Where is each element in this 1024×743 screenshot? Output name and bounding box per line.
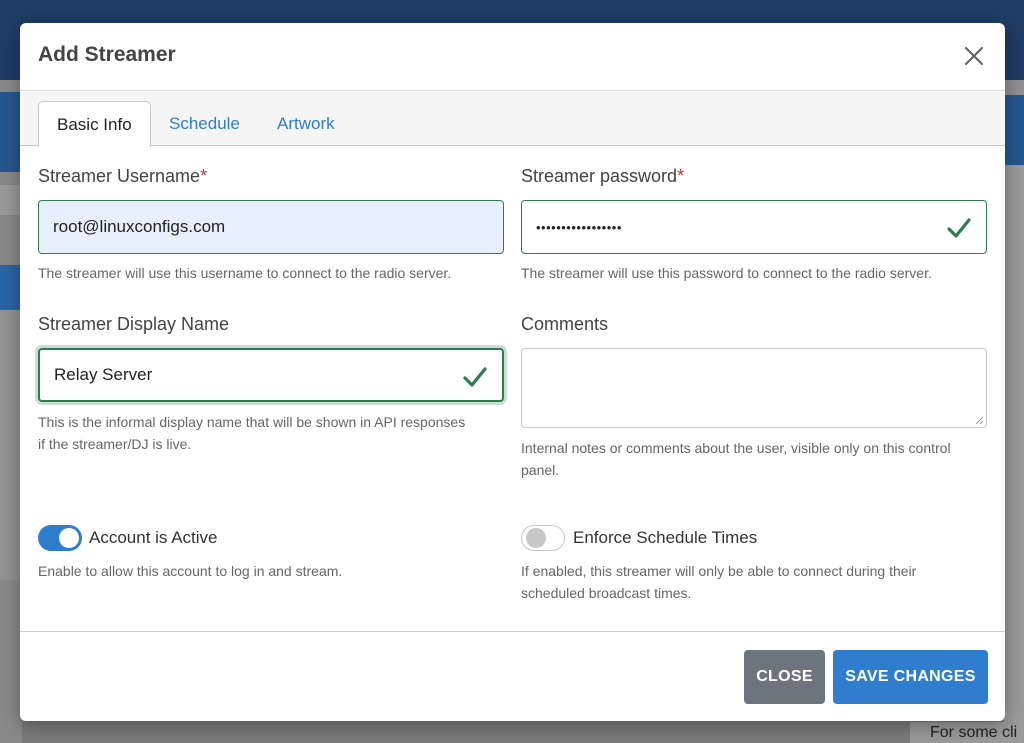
background-text: For some cli: [910, 722, 1024, 743]
comments-label: Comments: [521, 314, 609, 334]
username-label: Streamer Username*: [38, 166, 208, 186]
enforce-schedule-label: Enforce Schedule Times: [573, 528, 758, 547]
footer-divider: [20, 631, 1005, 632]
save-changes-button[interactable]: SAVE CHANGES: [833, 650, 988, 704]
comments-textarea[interactable]: [521, 348, 987, 428]
enforce-schedule-toggle[interactable]: [521, 525, 565, 551]
enforce-schedule-help: If enabled, this streamer will only be a…: [521, 563, 917, 601]
background-right-panel: [1004, 80, 1024, 743]
password-label: Streamer password*: [521, 166, 685, 186]
modal-header: Add Streamer: [20, 23, 1005, 91]
display-name-help: This is the informal display name that w…: [38, 414, 466, 452]
background-left-panel: [0, 80, 22, 743]
password-help: The streamer will use this password to c…: [521, 265, 932, 281]
account-active-help: Enable to allow this account to log in a…: [38, 563, 343, 579]
check-icon: [463, 367, 487, 387]
account-active-label: Account is Active: [89, 528, 218, 547]
add-streamer-modal: Add Streamer Basic Info Schedule Artwork…: [20, 23, 1005, 721]
modal-title: Add Streamer: [38, 43, 176, 66]
password-value: •••••••••••••••••: [536, 219, 622, 235]
resize-grip-icon[interactable]: [974, 415, 984, 425]
display-name-value: Relay Server: [54, 365, 153, 384]
display-name-input[interactable]: Relay Server: [38, 348, 504, 402]
username-help: The streamer will use this username to c…: [38, 265, 452, 281]
tab-bar: Basic Info Schedule Artwork: [20, 92, 1005, 147]
password-input[interactable]: •••••••••••••••••: [521, 200, 987, 254]
tab-artwork[interactable]: Artwork: [259, 101, 353, 146]
username-input[interactable]: root@linuxconfigs.com: [38, 200, 504, 254]
account-active-toggle[interactable]: [38, 525, 82, 551]
comments-help: Internal notes or comments about the use…: [521, 440, 951, 478]
check-icon: [947, 218, 971, 238]
close-icon[interactable]: [959, 41, 989, 71]
display-name-label: Streamer Display Name: [38, 314, 230, 334]
tab-schedule[interactable]: Schedule: [151, 101, 258, 146]
username-value: root@linuxconfigs.com: [53, 217, 226, 236]
tab-basic-info[interactable]: Basic Info: [38, 101, 151, 147]
close-button[interactable]: CLOSE: [744, 650, 825, 704]
